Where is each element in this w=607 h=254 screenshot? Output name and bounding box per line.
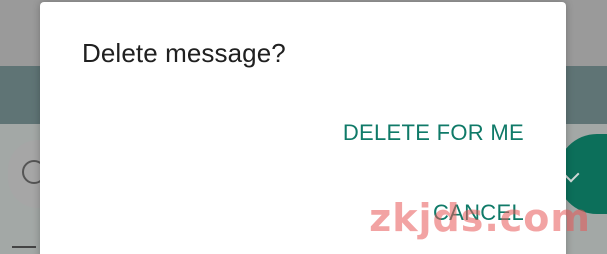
dialog-title: Delete message? (82, 38, 286, 68)
delete-for-me-button[interactable]: DELETE FOR ME (343, 120, 524, 146)
delete-message-dialog: Delete message? DELETE FOR ME CANCEL (40, 2, 566, 254)
screen: Delete message? DELETE FOR ME CANCEL zkj… (0, 0, 607, 254)
background-divider (12, 246, 36, 248)
cancel-button[interactable]: CANCEL (433, 200, 524, 226)
